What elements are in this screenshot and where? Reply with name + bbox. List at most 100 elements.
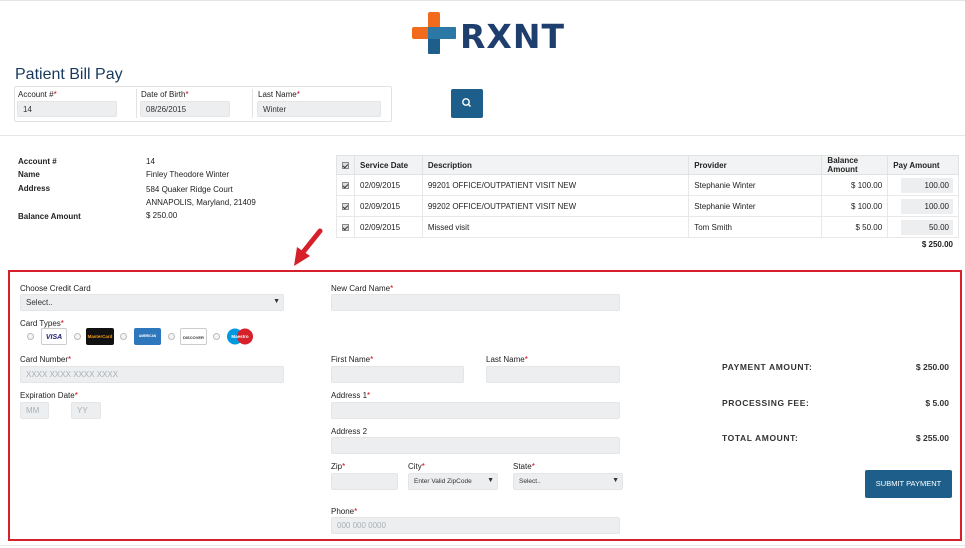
chevron-down-icon: ▼ — [273, 298, 280, 305]
service-date: 02/09/2015 — [354, 216, 423, 238]
info-address-line1: 584 Quaker Ridge Court — [146, 185, 233, 194]
maestro-icon: Maestro — [226, 328, 254, 345]
processing-fee-value: $ 5.00 — [925, 398, 949, 408]
choose-card-select[interactable]: Select.. ▼ — [20, 294, 284, 311]
pay-amount-input[interactable]: 100.00 — [901, 177, 953, 193]
provider: Stephanie Winter — [688, 195, 823, 217]
search-button[interactable] — [451, 89, 483, 118]
exp-month-input[interactable]: MM — [20, 402, 49, 419]
state-select[interactable]: Select.. ▼ — [513, 473, 623, 490]
card-type-radio-visa[interactable] — [27, 333, 34, 340]
payment-amount-value: $ 250.00 — [915, 362, 949, 372]
provider: Stephanie Winter — [688, 174, 823, 196]
mastercard-icon: MasterCard — [86, 328, 114, 345]
chevron-down-icon: ▼ — [487, 477, 494, 484]
card-type-radio-amex[interactable] — [120, 333, 127, 340]
last-name-label: Last Name* — [486, 355, 528, 364]
col-service-date: Service Date — [354, 155, 423, 175]
card-number-label: Card Number* — [20, 355, 72, 364]
city-select[interactable]: Enter Valid ZipCode ▼ — [408, 473, 498, 490]
info-account-value: 14 — [146, 157, 155, 166]
divider — [136, 89, 137, 118]
card-number-input[interactable]: XXXX XXXX XXXX XXXX — [20, 366, 284, 383]
provider: Tom Smith — [688, 216, 823, 238]
address2-label: Address 2 — [331, 427, 368, 436]
payment-amount-label: PAYMENT AMOUNT: — [722, 362, 813, 372]
select-all-checkbox[interactable] — [336, 155, 355, 175]
row-checkbox[interactable] — [336, 216, 355, 238]
description: 99202 OFFICE/OUTPATIENT VISIT NEW — [421, 195, 690, 217]
card-types-label: Card Types* — [20, 319, 64, 328]
info-balance-label: Balance Amount — [18, 212, 81, 221]
new-card-name-label: New Card Name* — [331, 284, 394, 293]
page-title: Patient Bill Pay — [15, 66, 123, 83]
choose-card-label: Choose Credit Card — [20, 284, 91, 293]
total-amount-value: $ 255.00 — [915, 433, 949, 443]
table-row: 02/09/2015 99202 OFFICE/OUTPATIENT VISIT… — [336, 195, 959, 217]
rxnt-logo: RXNT — [412, 10, 572, 56]
col-description: Description — [421, 155, 690, 175]
row-checkbox[interactable] — [336, 174, 355, 196]
visa-icon: VISA — [41, 328, 67, 345]
last-name-search-input[interactable]: Winter — [257, 101, 381, 117]
first-name-label: First Name* — [331, 355, 374, 364]
dob-label: Date of Birth* — [141, 90, 189, 99]
total-amount-label: TOTAL AMOUNT: — [722, 433, 799, 443]
info-name-label: Name — [18, 170, 40, 179]
pay-amount-cell: 100.00 — [887, 195, 959, 217]
address1-label: Address 1* — [331, 391, 371, 400]
table-row: 02/09/2015 99201 OFFICE/OUTPATIENT VISIT… — [336, 174, 959, 196]
service-date: 02/09/2015 — [354, 174, 423, 196]
pay-amount-cell: 50.00 — [887, 216, 959, 238]
info-address-label: Address — [18, 184, 51, 193]
info-address-line2: ANNAPOLIS, Maryland, 21409 — [146, 198, 256, 207]
amex-icon: AMERICAN EXPRESS — [134, 328, 161, 355]
col-pay-amount: Pay Amount — [887, 155, 959, 175]
discover-icon: DISCOVER — [180, 328, 207, 345]
dob-input[interactable]: 08/26/2015 — [140, 101, 230, 117]
bottom-divider — [0, 545, 965, 546]
zip-input[interactable] — [331, 473, 398, 490]
logo-cross-icon — [412, 12, 456, 54]
info-balance-value: $ 250.00 — [146, 211, 178, 220]
account-input[interactable]: 14 — [17, 101, 117, 117]
balance-amount: $ 100.00 — [821, 174, 889, 196]
row-checkbox[interactable] — [336, 195, 355, 217]
service-date: 02/09/2015 — [354, 195, 423, 217]
pay-amount-input[interactable]: 50.00 — [901, 219, 953, 235]
card-type-radio-maestro[interactable] — [213, 333, 220, 340]
city-label: City* — [408, 462, 425, 471]
bills-table: Service Date Description Provider Balanc… — [336, 155, 959, 238]
table-total: $ 250.00 — [921, 240, 953, 249]
table-row: 02/09/2015 Missed visit Tom Smith $ 50.0… — [336, 216, 959, 238]
expiration-label: Expiration Date* — [20, 391, 78, 400]
zip-label: Zip* — [331, 462, 346, 471]
divider — [252, 89, 253, 118]
description: 99201 OFFICE/OUTPATIENT VISIT NEW — [421, 174, 690, 196]
first-name-input[interactable] — [331, 366, 464, 383]
info-account-label: Account # — [18, 157, 57, 166]
col-provider: Provider — [688, 155, 823, 175]
top-border — [0, 0, 965, 3]
pay-amount-cell: 100.00 — [887, 174, 959, 196]
last-name-search-label: Last Name* — [258, 90, 300, 99]
exp-year-input[interactable]: YY — [71, 402, 101, 419]
account-label: Account #* — [18, 90, 57, 99]
processing-fee-label: PROCESSING FEE: — [722, 398, 810, 408]
address2-input[interactable] — [331, 437, 620, 454]
card-type-radio-discover[interactable] — [168, 333, 175, 340]
description: Missed visit — [421, 216, 690, 238]
chevron-down-icon: ▼ — [612, 477, 619, 484]
state-label: State* — [513, 462, 535, 471]
new-card-name-input[interactable] — [331, 294, 620, 311]
card-type-radio-mastercard[interactable] — [74, 333, 81, 340]
brand-name: RXNT — [460, 17, 565, 56]
balance-amount: $ 100.00 — [821, 195, 889, 217]
red-arrow-icon — [294, 228, 323, 266]
address1-input[interactable] — [331, 402, 620, 419]
last-name-input[interactable] — [486, 366, 620, 383]
phone-input[interactable]: 000 000 0000 — [331, 517, 620, 534]
submit-payment-button[interactable]: SUBMIT PAYMENT — [865, 470, 952, 498]
pay-amount-input[interactable]: 100.00 — [901, 198, 953, 214]
col-balance-amount: Balance Amount — [821, 155, 889, 175]
